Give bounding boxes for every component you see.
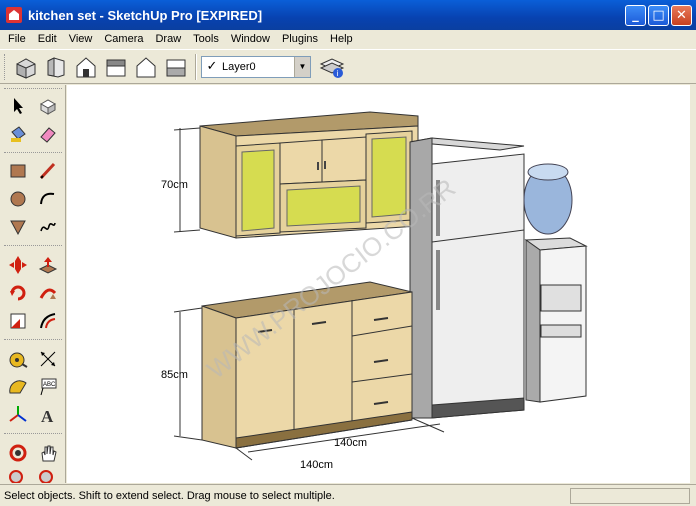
rotate-icon[interactable] [4,279,32,307]
polygon-icon[interactable] [4,213,32,241]
views-toolbar: ✓ Layer0 ▼ i [0,49,696,84]
palette-separator [4,433,62,436]
pencil-line-icon[interactable] [34,157,62,185]
protractor-icon[interactable] [4,373,32,401]
zoom-window-icon[interactable] [34,467,62,483]
freehand-icon[interactable] [34,213,62,241]
eraser-icon[interactable] [34,120,62,148]
offset-icon[interactable] [34,307,62,335]
rectangle-icon[interactable] [4,157,32,185]
arc-icon[interactable] [34,185,62,213]
window-title: kitchen set - SketchUp Pro [EXPIRED] [28,7,263,23]
upper-height-dimension: 70cm [161,179,188,191]
menu-plugins[interactable]: Plugins [276,33,324,45]
layer-name: Layer0 [222,60,256,73]
depth-dimension: 140cm [334,437,367,449]
menu-draw[interactable]: Draw [149,33,187,45]
menu-window[interactable]: Window [225,33,276,45]
svg-text:i: i [337,69,339,78]
3d-text-icon[interactable]: A [34,401,62,429]
status-message: Select objects. Shift to extend select. … [4,489,335,502]
svg-text:A: A [41,407,54,425]
dimension-icon[interactable] [34,345,62,373]
toolbar-separator [195,53,197,80]
zoom-icon[interactable] [4,467,32,483]
right-view-icon[interactable] [101,52,131,82]
pan-hand-icon[interactable] [34,439,62,467]
palette-separator [4,339,62,342]
maximize-button[interactable]: □ [648,5,669,26]
sketchup-app-icon[interactable] [6,7,22,23]
refrigerator[interactable] [409,137,525,419]
paint-bucket-icon[interactable] [4,120,32,148]
follow-me-icon[interactable] [34,279,62,307]
chevron-down-icon[interactable]: ▼ [294,56,310,77]
menu-view[interactable]: View [63,33,99,45]
svg-text:ABC: ABC [43,382,56,388]
tape-measure-icon[interactable] [4,345,32,373]
minimize-button[interactable]: _ [625,5,646,26]
palette-separator [4,245,62,248]
layer-manager-icon[interactable]: i [317,52,347,82]
palette-separator [4,152,62,155]
drawing-viewport[interactable]: 70cm 85cm 140cm 140cm WWW.PROJOCIO.CO.RR [67,85,690,483]
select-arrow-icon[interactable] [4,92,32,120]
push-pull-icon[interactable] [34,251,62,279]
menu-edit[interactable]: Edit [32,33,63,45]
palette-grip[interactable] [4,88,62,91]
iso-view-icon[interactable] [11,52,41,82]
menu-camera[interactable]: Camera [98,33,149,45]
layer-active-check-icon: ✓ [206,59,218,74]
layer-dropdown[interactable]: ✓ Layer0 ▼ [201,55,311,78]
axes-icon[interactable] [4,401,32,429]
lower-height-dimension: 85cm [161,369,188,381]
status-bar: Select objects. Shift to extend select. … [0,484,696,506]
measurements-box[interactable] [570,487,690,504]
move-icon[interactable] [4,251,32,279]
menu-file[interactable]: File [2,33,32,45]
water-dispenser[interactable] [523,163,588,403]
kitchen-model: 70cm 85cm 140cm 140cm WWW.PROJOCIO.CO.RR [161,111,588,471]
left-view-icon[interactable] [161,52,191,82]
text-label-icon[interactable]: ABC [34,373,62,401]
front-view-icon[interactable] [71,52,101,82]
close-button[interactable]: ✕ [671,5,692,26]
make-component-icon[interactable] [34,92,62,120]
top-view-icon[interactable] [41,52,71,82]
tool-palette: ABC A [0,85,66,483]
scale-icon[interactable] [4,307,32,335]
window-edge [690,85,696,483]
width-dimension: 140cm [300,459,333,471]
title-bar: kitchen set - SketchUp Pro [EXPIRED] _ □… [0,0,696,30]
menu-tools[interactable]: Tools [187,33,225,45]
menu-bar: File Edit View Camera Draw Tools Window … [0,30,696,48]
toolbar-grip[interactable] [4,53,7,80]
orbit-icon[interactable] [4,439,32,467]
back-view-icon[interactable] [131,52,161,82]
menu-help[interactable]: Help [324,33,359,45]
circle-icon[interactable] [4,185,32,213]
